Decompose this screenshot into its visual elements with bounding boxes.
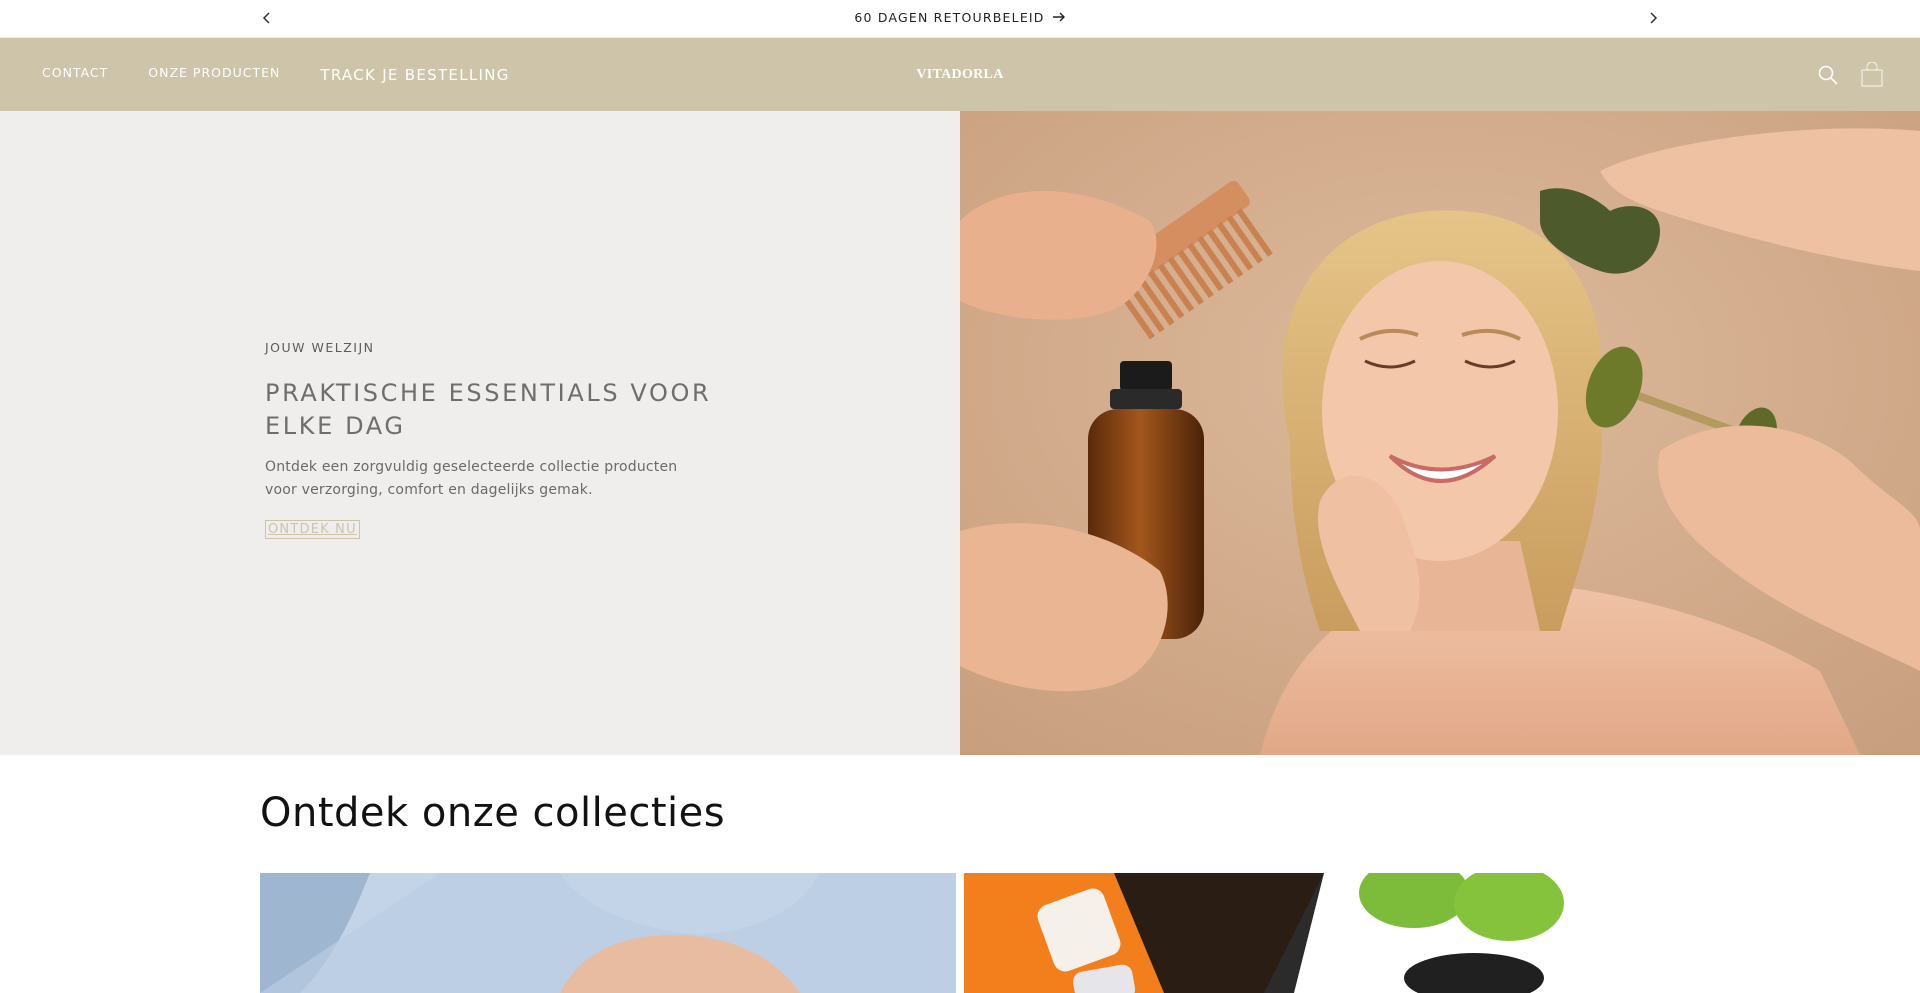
announcement-link[interactable]: 60 DAGEN RETOURBELEID	[854, 10, 1065, 25]
site-logo[interactable]: VITADORLA	[0, 67, 1920, 83]
collection-card-1[interactable]	[260, 873, 956, 993]
site-header: CONTACT ONZE PRODUCTEN TRACK JE BESTELLI…	[0, 38, 1920, 111]
arrow-right-icon	[1052, 10, 1066, 25]
announcement-message[interactable]: 60 DAGEN RETOURBELEID	[0, 10, 1920, 25]
hero-title: PRAKTISCHE ESSENTIALS VOOR ELKE DAG	[265, 379, 712, 440]
search-icon[interactable]	[1813, 60, 1843, 90]
chevron-right-icon[interactable]	[1642, 7, 1664, 29]
hero-text-panel: JOUW WELZIJN PRAKTISCHE ESSENTIALS VOOR …	[0, 111, 960, 755]
discover-now-button[interactable]: ONTDEK NU	[265, 520, 360, 539]
announcement-bar: 60 DAGEN RETOURBELEID	[0, 0, 1920, 38]
collections-title: Ontdek onze collecties	[260, 790, 726, 836]
hero-description: Ontdek een zorgvuldig geselecteerde coll…	[265, 459, 678, 498]
hero-image	[960, 111, 1920, 755]
cart-icon[interactable]	[1857, 60, 1887, 90]
hero-eyebrow: JOUW WELZIJN	[265, 340, 375, 355]
hero-content: JOUW WELZIJN PRAKTISCHE ESSENTIALS VOOR …	[265, 340, 725, 539]
collection-card-2[interactable]	[964, 873, 1660, 993]
announcement-text: 60 DAGEN RETOURBELEID	[854, 10, 1045, 25]
